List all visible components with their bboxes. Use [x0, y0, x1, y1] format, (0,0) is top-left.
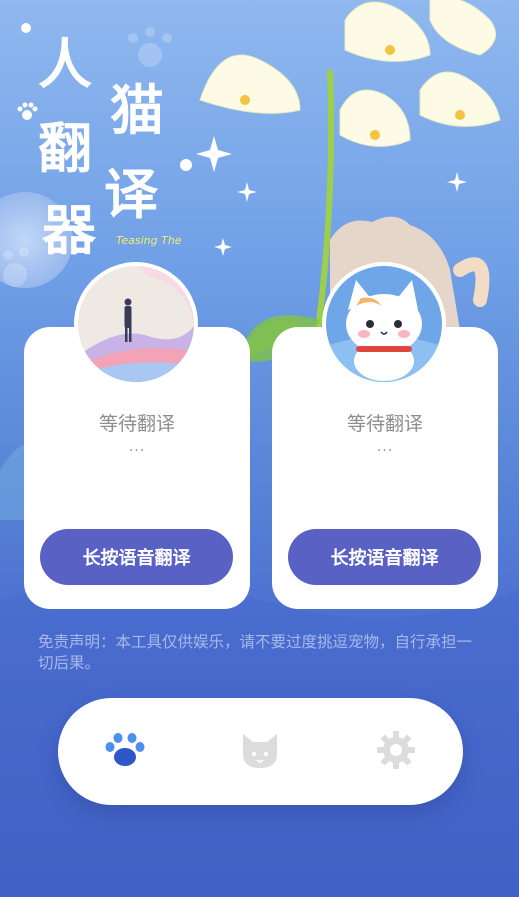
gear-icon	[376, 730, 416, 774]
tagline: Teasing The	[116, 234, 182, 247]
title-char: 猫	[110, 79, 164, 142]
tab-paw[interactable]	[97, 724, 153, 780]
bottom-tab-bar	[58, 698, 463, 805]
human-avatar	[74, 262, 198, 386]
title-char: 器	[42, 199, 96, 262]
hold-to-translate-button[interactable]: 长按语音翻译	[288, 529, 481, 585]
status-text: 等待翻译	[346, 413, 423, 435]
tab-cat[interactable]	[232, 724, 288, 780]
paw-icon	[103, 730, 147, 774]
cat-avatar	[322, 262, 446, 386]
title-char: 译	[104, 163, 158, 226]
cat-face-icon	[240, 730, 280, 774]
status-text: 等待翻译	[98, 413, 175, 435]
title-char: 人	[38, 33, 92, 96]
tab-settings[interactable]	[368, 724, 424, 780]
status-ellipsis: ...	[128, 439, 146, 455]
disclaimer-text: 免责声明：本工具仅供娱乐，请不要过度挑逗宠物，自行承担一切后果。	[38, 633, 473, 672]
status-ellipsis: ...	[376, 439, 394, 455]
title-char: 翻	[38, 117, 92, 180]
hold-to-translate-button[interactable]: 长按语音翻译	[40, 529, 233, 585]
small-paw-icon	[16, 100, 38, 126]
